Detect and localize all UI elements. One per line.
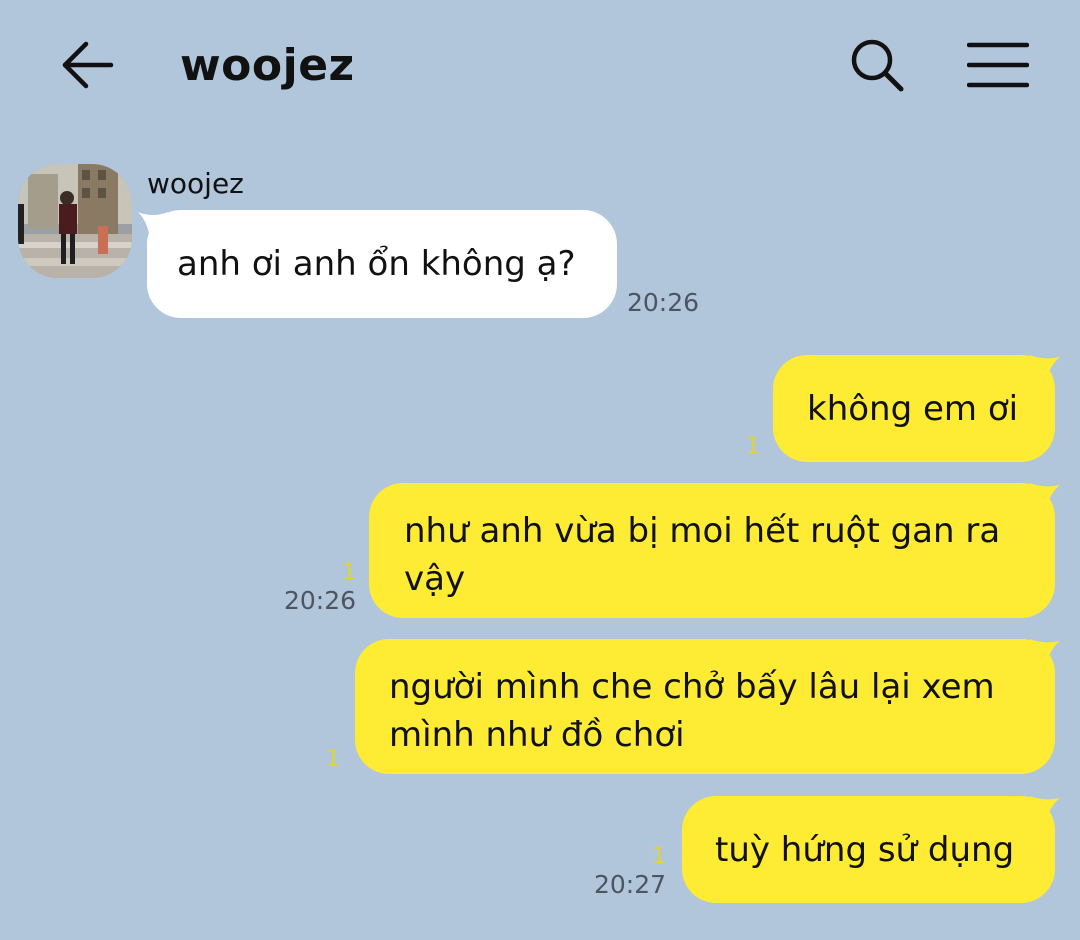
sender-name: woojez <box>147 167 244 200</box>
message-text: không em ơi <box>807 389 1019 429</box>
search-icon <box>851 39 904 92</box>
arrow-left-icon <box>62 41 114 89</box>
message-text: người mình che chở bấy lâu lại xem mình … <box>389 667 995 755</box>
bubble-tail <box>1030 483 1060 513</box>
message-meta: 1 20:27 <box>580 844 666 900</box>
message-text: như anh vừa bị moi hết ruột gan ra vậy <box>404 511 1001 599</box>
profile-photo <box>18 164 132 278</box>
message-text: tuỳ hứng sử dụng <box>715 830 1015 870</box>
message-time: 20:26 <box>627 288 700 317</box>
message-meta: 1 <box>700 434 760 460</box>
message-time: 20:27 <box>593 870 666 899</box>
outgoing-message-bubble[interactable]: như anh vừa bị moi hết ruột gan ra vậy <box>369 483 1055 618</box>
outgoing-message-bubble[interactable]: không em ơi <box>773 355 1055 462</box>
chat-title: woojez <box>180 40 355 91</box>
bubble-tail <box>1030 639 1060 669</box>
message-time: 20:26 <box>283 586 356 615</box>
bubble-tail <box>1030 796 1060 826</box>
message-meta: 1 <box>280 747 340 773</box>
message-meta: 20:26 <box>627 288 699 318</box>
outgoing-message-bubble[interactable]: người mình che chở bấy lâu lại xem mình … <box>355 639 1055 774</box>
unread-count: 1 <box>746 434 760 459</box>
chat-header: woojez <box>0 0 1080 130</box>
avatar[interactable] <box>18 164 132 278</box>
message-meta: 1 20:26 <box>270 560 356 616</box>
unread-count: 1 <box>342 560 356 585</box>
search-button[interactable] <box>840 30 914 100</box>
unread-count: 1 <box>652 844 666 869</box>
menu-button[interactable] <box>958 30 1038 100</box>
hamburger-menu-icon <box>967 42 1029 88</box>
bubble-tail <box>1030 355 1060 385</box>
message-text: anh ơi anh ổn không ạ? <box>177 244 576 284</box>
back-button[interactable] <box>55 35 119 95</box>
unread-count: 1 <box>326 747 340 772</box>
incoming-message-bubble[interactable]: anh ơi anh ổn không ạ? <box>147 210 617 318</box>
outgoing-message-bubble[interactable]: tuỳ hứng sử dụng <box>682 796 1055 903</box>
